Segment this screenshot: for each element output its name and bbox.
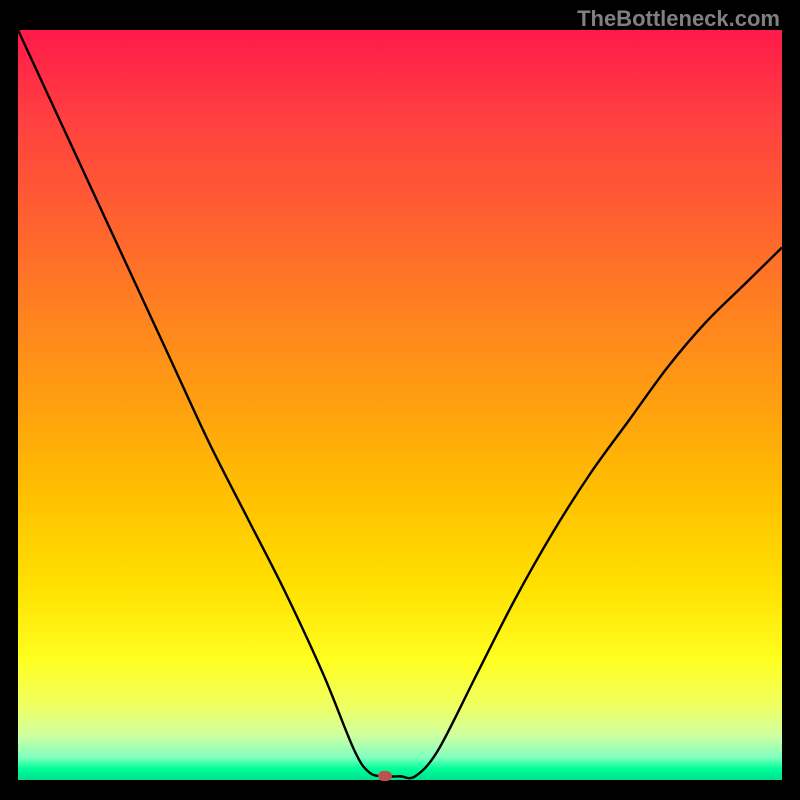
bottleneck-chart: [18, 30, 782, 780]
curve-layer: [18, 30, 782, 780]
optimum-marker: [378, 771, 392, 781]
bottleneck-curve-path: [18, 30, 782, 778]
watermark-text: TheBottleneck.com: [577, 6, 780, 32]
